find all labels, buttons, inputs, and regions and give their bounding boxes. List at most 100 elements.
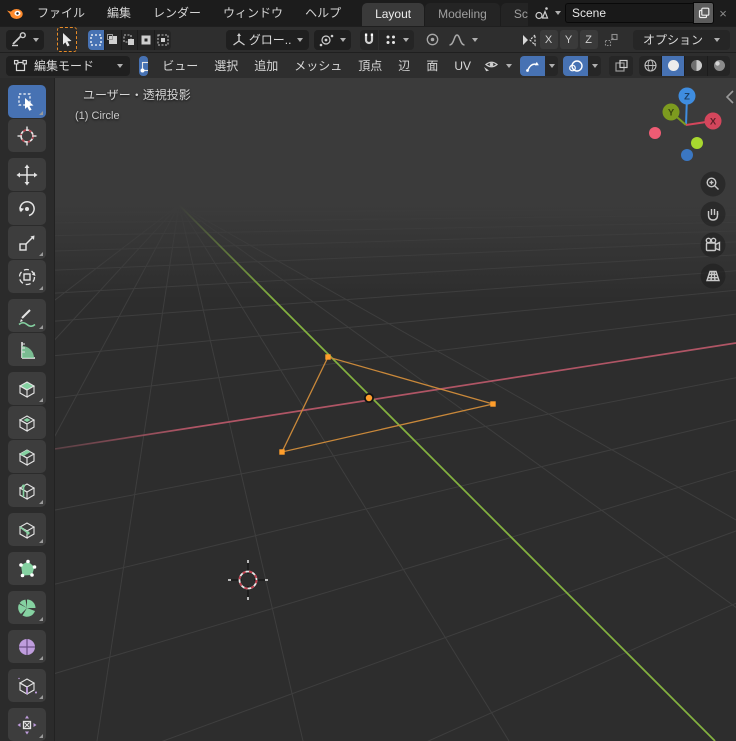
menubar-item-1[interactable]: 編集 bbox=[96, 0, 142, 26]
viewport-menu-item-5[interactable]: 辺 bbox=[390, 57, 418, 74]
menubar-item-3[interactable]: ウィンドウ bbox=[212, 0, 294, 26]
menubar-item-4[interactable]: ヘルプ bbox=[294, 0, 352, 26]
tool-shelf bbox=[0, 78, 55, 741]
gizmos-dropdown-button[interactable] bbox=[545, 56, 558, 76]
gizmo-axis-z-label: Z bbox=[684, 91, 690, 102]
options-label: オプション bbox=[643, 31, 703, 48]
tool-transform-button[interactable] bbox=[8, 260, 46, 293]
select-mode-invert-button[interactable] bbox=[138, 30, 155, 50]
mirror-axis-y-button[interactable]: Y bbox=[560, 30, 578, 49]
viewport-menu-item-3[interactable]: メッシュ bbox=[286, 57, 350, 74]
snap-magnet-button[interactable] bbox=[360, 30, 377, 50]
viewport-3d[interactable]: ZYX ユーザー・透視投影 (1) Circle bbox=[55, 78, 736, 741]
smooth-icon bbox=[16, 636, 38, 658]
viewport-perspective-toggle-button[interactable] bbox=[701, 264, 726, 289]
chevron-down-icon bbox=[549, 64, 555, 68]
blender-logo-icon[interactable] bbox=[6, 4, 24, 22]
delete-scene-button[interactable]: × bbox=[714, 3, 732, 23]
mirror-axis-x-button[interactable]: X bbox=[540, 30, 558, 49]
scene-name-field[interactable]: Scene bbox=[565, 3, 693, 23]
gizmo-axis-neg-y-ball[interactable] bbox=[691, 137, 703, 149]
vertex-select-button[interactable] bbox=[139, 56, 148, 76]
tool-cursor-button[interactable] bbox=[8, 119, 46, 152]
mirror-butterfly-icon bbox=[521, 33, 537, 47]
menubar-item-2[interactable]: レンダー bbox=[142, 0, 212, 26]
select-mode-subtract-button[interactable] bbox=[122, 30, 139, 50]
select-mode-group bbox=[88, 30, 171, 50]
shading-rendered-button[interactable] bbox=[708, 56, 730, 76]
select-mode-set-button[interactable] bbox=[88, 30, 105, 50]
tool-smooth-button[interactable] bbox=[8, 630, 46, 663]
tool-scale-button[interactable] bbox=[8, 226, 46, 259]
proportional-falloff-dropdown[interactable] bbox=[442, 30, 484, 50]
viewport-menu-item-0[interactable]: ビュー bbox=[154, 57, 206, 74]
new-scene-button[interactable] bbox=[693, 2, 714, 24]
tool-move-button[interactable] bbox=[8, 158, 46, 191]
tool-rotate-button[interactable] bbox=[8, 192, 46, 225]
viewport-menu-item-4[interactable]: 頂点 bbox=[350, 57, 390, 74]
tool-shrink-fatten-button[interactable] bbox=[8, 708, 46, 741]
gizmo-axis-neg-z-ball[interactable] bbox=[681, 149, 693, 161]
shading-wireframe-button[interactable] bbox=[639, 56, 662, 76]
viewport-menu-item-7[interactable]: UV bbox=[446, 59, 479, 73]
tool-inset-faces-button[interactable] bbox=[8, 406, 46, 439]
workspace-tab-layout[interactable]: Layout bbox=[362, 3, 424, 26]
proportional-editing-button[interactable] bbox=[424, 30, 441, 50]
options-dropdown[interactable]: オプション bbox=[633, 30, 730, 50]
viewport-menubar: ビュー選択追加メッシュ頂点辺面UV bbox=[154, 57, 479, 74]
scene-browse-button[interactable] bbox=[530, 3, 565, 23]
symmetry-snap-icon bbox=[604, 33, 619, 47]
tool-extrude-region-button[interactable] bbox=[8, 372, 46, 405]
tool-measure-button[interactable] bbox=[8, 333, 46, 366]
close-icon: × bbox=[719, 6, 727, 21]
xray-toggle-button[interactable] bbox=[609, 56, 633, 76]
rotate-icon bbox=[16, 198, 38, 220]
overlays-icon bbox=[568, 59, 583, 73]
shading-material-button[interactable] bbox=[685, 56, 708, 76]
select-mode-intersect-button[interactable] bbox=[155, 30, 171, 50]
viewport-header: 編集モード ビュー選択追加メッシュ頂点辺面UV bbox=[0, 52, 736, 78]
transform-orientation-dropdown[interactable]: グロー.. bbox=[226, 30, 310, 50]
shading-solid-button[interactable] bbox=[662, 56, 685, 76]
mesh-vertex-1[interactable] bbox=[279, 449, 284, 454]
chevron-down-icon bbox=[714, 38, 720, 42]
active-tool-indicator[interactable] bbox=[57, 27, 77, 52]
active-tool-editor-icon bbox=[11, 32, 27, 47]
tool-select-box-button[interactable] bbox=[8, 85, 46, 118]
viewport-zoom-button[interactable] bbox=[701, 172, 726, 197]
editor-type-button[interactable] bbox=[6, 30, 44, 50]
mesh-vertex-0[interactable] bbox=[325, 354, 330, 359]
menubar-item-0[interactable]: ファイル bbox=[26, 0, 96, 26]
overlays-dropdown-button[interactable] bbox=[588, 56, 601, 76]
mirror-axis-z-button[interactable]: Z bbox=[580, 30, 598, 49]
tool-poly-build-button[interactable] bbox=[8, 552, 46, 585]
snap-to-symmetry-button[interactable] bbox=[603, 30, 620, 50]
tool-knife-button[interactable] bbox=[8, 513, 46, 546]
viewport-menu-item-6[interactable]: 面 bbox=[418, 57, 446, 74]
viewport-pan-button[interactable] bbox=[701, 202, 726, 227]
tool-bevel-button[interactable] bbox=[8, 440, 46, 473]
gizmos-button[interactable] bbox=[520, 56, 545, 76]
workspace-tab-modeling[interactable]: Modeling bbox=[425, 3, 500, 26]
viewport-camera-view-button[interactable] bbox=[701, 233, 726, 258]
mesh-mirror-button[interactable] bbox=[520, 30, 537, 50]
object-visibility-dropdown[interactable] bbox=[479, 56, 515, 76]
viewport-menu-item-1[interactable]: 選択 bbox=[206, 57, 246, 74]
viewport-menu-item-2[interactable]: 追加 bbox=[246, 57, 286, 74]
mesh-vertex-2[interactable] bbox=[490, 401, 495, 406]
chevron-down-icon bbox=[33, 38, 39, 42]
chevron-down-icon bbox=[340, 38, 346, 42]
gizmo-axis-neg-x-ball[interactable] bbox=[649, 127, 661, 139]
snap-to-dropdown[interactable] bbox=[379, 30, 414, 50]
tool-edge-slide-button[interactable] bbox=[8, 669, 46, 702]
select-mode-extend-button[interactable] bbox=[105, 30, 122, 50]
workspace-tab-sculpting[interactable]: Sculpting bbox=[501, 3, 528, 26]
overlays-button[interactable] bbox=[563, 56, 588, 76]
tool-spin-button[interactable] bbox=[8, 591, 46, 624]
tool-loop-cut-button[interactable] bbox=[8, 474, 46, 507]
magnet-icon bbox=[362, 32, 376, 47]
measure-icon bbox=[16, 339, 38, 361]
tool-annotate-button[interactable] bbox=[8, 299, 46, 332]
pivot-point-dropdown[interactable] bbox=[314, 30, 351, 50]
mode-selector-dropdown[interactable]: 編集モード bbox=[6, 56, 130, 76]
